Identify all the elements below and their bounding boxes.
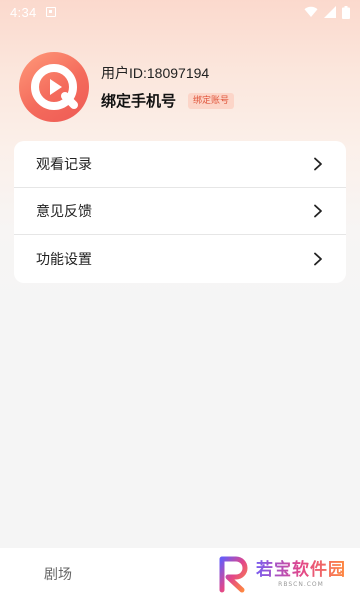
avatar[interactable] bbox=[19, 52, 89, 122]
menu-item-settings[interactable]: 功能设置 bbox=[14, 235, 346, 282]
app-logo-icon bbox=[31, 64, 78, 110]
chevron-right-icon bbox=[314, 157, 322, 171]
bind-phone-link[interactable]: 绑定手机号 bbox=[101, 91, 176, 111]
bind-row: 绑定手机号 绑定账号 bbox=[101, 91, 235, 111]
menu-item-feedback[interactable]: 意见反馈 bbox=[14, 188, 346, 235]
chevron-right-icon bbox=[314, 252, 322, 265]
status-icons bbox=[304, 5, 350, 19]
watermark-text-group: 若宝软件园 RBSCN.COM bbox=[256, 559, 346, 589]
profile-text: 用户ID:18097194 绑定手机号 绑定账号 bbox=[101, 64, 235, 111]
wifi-icon bbox=[304, 6, 318, 18]
user-id: 用户ID:18097194 bbox=[101, 64, 210, 81]
bind-account-badge[interactable]: 绑定账号 bbox=[188, 92, 235, 109]
notification-icon bbox=[45, 7, 56, 17]
menu-item-label: 意见反馈 bbox=[36, 204, 92, 220]
menu-card: 观看记录 意见反馈 功能设置 bbox=[14, 141, 346, 283]
profile-header: 用户ID:18097194 绑定手机号 绑定账号 bbox=[19, 52, 235, 122]
watermark: 若宝软件园 RBSCN.COM bbox=[214, 554, 346, 594]
status-bar: 4:34 bbox=[0, 0, 360, 24]
battery-icon bbox=[342, 5, 350, 19]
menu-item-label: 观看记录 bbox=[36, 157, 92, 173]
status-time: 4:34 bbox=[10, 4, 37, 20]
signal-icon bbox=[324, 6, 336, 18]
watermark-subtext: RBSCN.COM bbox=[278, 581, 324, 588]
chevron-right-icon bbox=[314, 204, 322, 218]
menu-item-watch-history[interactable]: 观看记录 bbox=[14, 141, 346, 188]
menu-item-label: 功能设置 bbox=[36, 251, 92, 268]
watermark-logo-icon bbox=[219, 556, 248, 593]
watermark-text: 若宝软件园 bbox=[256, 560, 346, 580]
screen: 4:34 用户ID:18097194 绑定手机号 绑定账号 观看记录 意见反馈 … bbox=[0, 0, 360, 600]
tab-theater[interactable]: 剧场 bbox=[44, 564, 72, 584]
